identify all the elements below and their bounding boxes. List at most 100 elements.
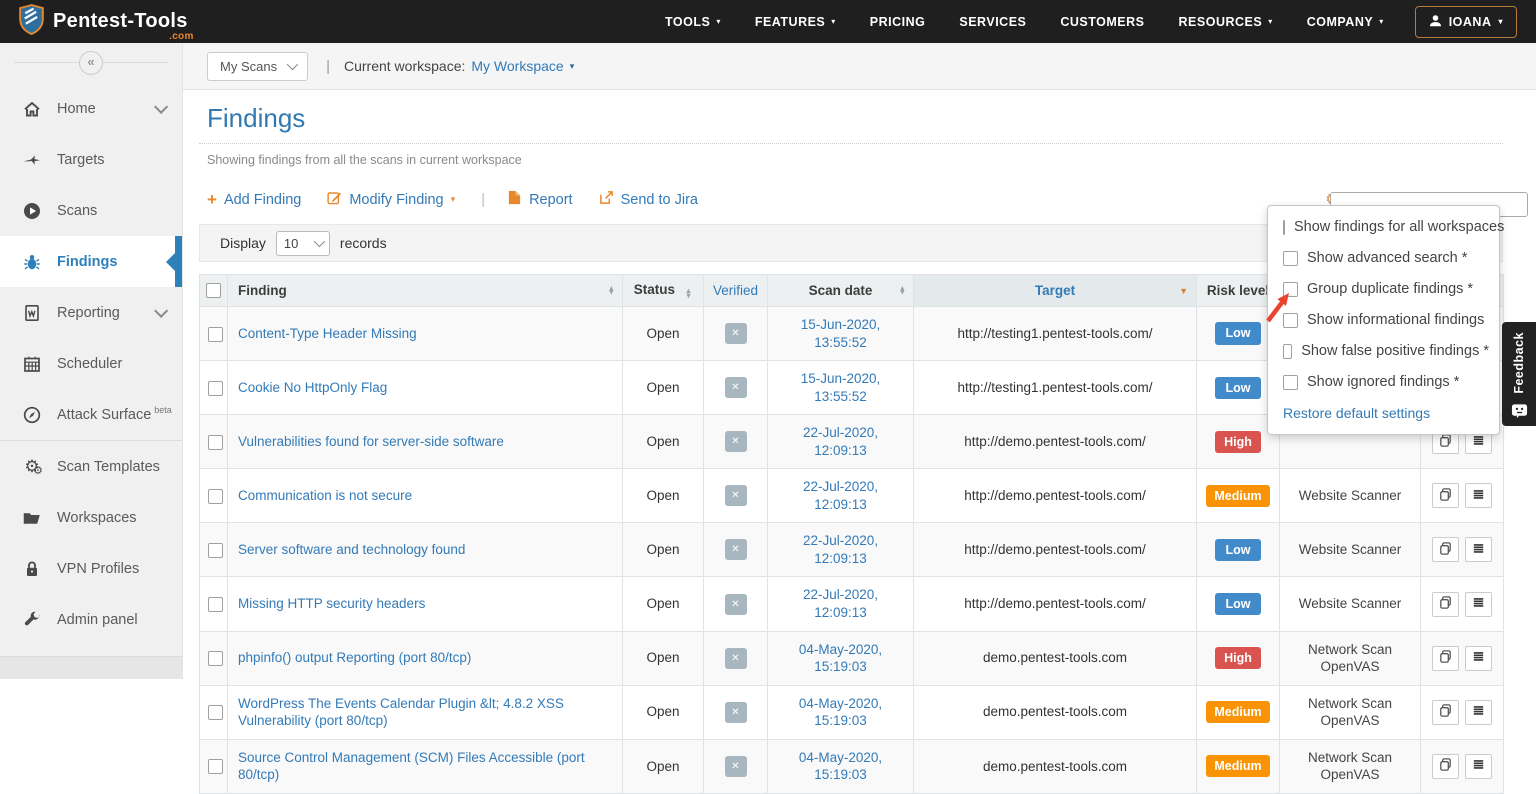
row-checkbox[interactable] (208, 705, 223, 720)
sidebar-collapse-button[interactable]: « (0, 43, 182, 83)
row-checkbox[interactable] (208, 759, 223, 774)
scanner-cell: Network Scan OpenVAS (1280, 631, 1421, 685)
nav-item-tools[interactable]: TOOLS ▾ (648, 0, 738, 43)
target-cell: http://testing1.pentest-tools.com/ (914, 307, 1197, 361)
finding-link[interactable]: Vulnerabilities found for server-side so… (238, 434, 504, 449)
scanner-cell: Website Scanner (1280, 577, 1421, 631)
copy-icon (1438, 541, 1453, 559)
target-cell: demo.pentest-tools.com (914, 739, 1197, 793)
verified-x-badge[interactable]: ✕ (725, 756, 747, 777)
nav-item-pricing[interactable]: PRICING (853, 0, 943, 43)
column-header-verified[interactable]: Verified (704, 275, 768, 307)
calendar-icon (21, 355, 43, 373)
row-checkbox[interactable] (208, 489, 223, 504)
finding-link[interactable]: Source Control Management (SCM) Files Ac… (238, 750, 585, 783)
verified-x-badge[interactable]: ✕ (725, 594, 747, 615)
workspace-selector[interactable]: My Workspace ▾ (471, 58, 574, 74)
restore-default-settings-link[interactable]: Restore default settings (1283, 405, 1489, 421)
column-header-status[interactable]: Status ▲▼ (623, 275, 704, 307)
finding-link[interactable]: phpinfo() output Reporting (port 80/tcp) (238, 650, 471, 665)
plus-icon: + (207, 191, 217, 208)
column-header-target[interactable]: Target ▼ (914, 275, 1197, 307)
verified-x-badge[interactable]: ✕ (725, 377, 747, 398)
scan-date-cell: 22-Jul-2020, 12:09:13 (768, 577, 914, 631)
finding-link[interactable]: WordPress The Events Calendar Plugin &lt… (238, 696, 564, 729)
duplicate-finding-button[interactable] (1432, 483, 1459, 508)
view-settings-option-show-false-positive-findings[interactable]: Show false positive findings * (1283, 343, 1489, 359)
sidebar-item-home[interactable]: Home (0, 83, 182, 134)
send-external-icon (599, 190, 614, 209)
verified-x-badge[interactable]: ✕ (725, 702, 747, 723)
workspace-subheader: My Scans | Current workspace: My Workspa… (182, 43, 1536, 90)
row-checkbox[interactable] (208, 543, 223, 558)
finding-details-button[interactable] (1465, 483, 1492, 508)
pentest-tools-logo[interactable]: Pentest-Tools.com (18, 4, 192, 40)
view-settings-option-show-ignored-findings[interactable]: Show ignored findings * (1283, 374, 1489, 390)
finding-details-button[interactable] (1465, 700, 1492, 725)
nav-item-services[interactable]: SERVICES (942, 0, 1043, 43)
report-button[interactable]: Report (507, 190, 573, 209)
finding-details-button[interactable] (1465, 592, 1492, 617)
finding-details-button[interactable] (1465, 754, 1492, 779)
add-finding-button[interactable]: + Add Finding (207, 191, 301, 208)
sidebar-item-scheduler[interactable]: Scheduler (0, 338, 182, 389)
report-file-icon (507, 190, 522, 209)
finding-details-button[interactable] (1465, 537, 1492, 562)
view-settings-option-show-advanced-search[interactable]: Show advanced search * (1283, 250, 1489, 266)
sidebar-item-scan-templates[interactable]: ⚙⚙ Scan Templates (0, 440, 182, 492)
sidebar-item-workspaces[interactable]: Workspaces (0, 492, 182, 543)
finding-link[interactable]: Cookie No HttpOnly Flag (238, 380, 387, 395)
view-settings-option-group-duplicate-findings[interactable]: Group duplicate findings * (1283, 281, 1489, 297)
duplicate-finding-button[interactable] (1432, 592, 1459, 617)
duplicate-finding-button[interactable] (1432, 646, 1459, 671)
caret-down-icon: ▾ (451, 194, 456, 205)
send-to-jira-button[interactable]: Send to Jira (599, 190, 698, 209)
modify-finding-button[interactable]: Modify Finding ▾ (327, 190, 455, 209)
view-settings-option-show-informational-findings[interactable]: Show informational findings (1283, 312, 1489, 328)
records-per-page-select[interactable]: 10 (276, 231, 330, 256)
sidebar-item-scans[interactable]: Scans (0, 185, 182, 236)
finding-details-button[interactable] (1465, 646, 1492, 671)
finding-link[interactable]: Server software and technology found (238, 542, 465, 557)
row-checkbox[interactable] (208, 435, 223, 450)
finding-link[interactable]: Missing HTTP security headers (238, 596, 425, 611)
row-checkbox[interactable] (208, 381, 223, 396)
verified-x-badge[interactable]: ✕ (725, 323, 747, 344)
select-all-checkbox-header[interactable] (200, 275, 228, 307)
sidebar-item-vpn-profiles[interactable]: VPN Profiles (0, 543, 182, 594)
verified-x-badge[interactable]: ✕ (725, 648, 747, 669)
sidebar-item-findings[interactable]: Findings (0, 236, 182, 287)
row-checkbox[interactable] (208, 597, 223, 612)
column-header-finding[interactable]: Finding ▲▼ (228, 275, 623, 307)
sort-icon: ▲▼ (899, 286, 906, 295)
duplicate-finding-button[interactable] (1432, 700, 1459, 725)
nav-item-customers[interactable]: CUSTOMERS (1043, 0, 1161, 43)
view-settings-dropdown: Show findings for all workspaces Show ad… (1267, 205, 1500, 435)
sidebar-item-admin-panel[interactable]: Admin panel (0, 594, 182, 645)
risk-badge: Low (1215, 593, 1261, 615)
row-checkbox[interactable] (208, 651, 223, 666)
chevron-down-icon (287, 59, 298, 70)
nav-item-resources[interactable]: RESOURCES ▾ (1162, 0, 1290, 43)
view-settings-option-show-findings-for-all-workspaces[interactable]: Show findings for all workspaces (1283, 219, 1489, 235)
sidebar-item-targets[interactable]: Targets (0, 134, 182, 185)
verified-x-badge[interactable]: ✕ (725, 431, 747, 452)
finding-link[interactable]: Content-Type Header Missing (238, 326, 417, 341)
verified-x-badge[interactable]: ✕ (725, 539, 747, 560)
my-scans-selector[interactable]: My Scans (207, 52, 308, 81)
table-row: Server software and technology found Ope… (200, 523, 1504, 577)
sidebar-item-reporting[interactable]: Reporting (0, 287, 182, 338)
duplicate-finding-button[interactable] (1432, 537, 1459, 562)
sidebar-item-attack-surface[interactable]: Attack Surface beta (0, 389, 182, 440)
feedback-tab[interactable]: Feedback (1502, 322, 1536, 426)
list-icon (1471, 487, 1486, 505)
scan-date-cell: 04-May-2020, 15:19:03 (768, 631, 914, 685)
finding-link[interactable]: Communication is not secure (238, 488, 412, 503)
user-menu-button[interactable]: IOANA ▾ (1415, 6, 1517, 38)
verified-x-badge[interactable]: ✕ (725, 485, 747, 506)
nav-item-features[interactable]: FEATURES ▾ (738, 0, 853, 43)
duplicate-finding-button[interactable] (1432, 754, 1459, 779)
column-header-scan-date[interactable]: Scan date ▲▼ (768, 275, 914, 307)
row-checkbox[interactable] (208, 327, 223, 342)
nav-item-company[interactable]: COMPANY ▾ (1290, 0, 1401, 43)
